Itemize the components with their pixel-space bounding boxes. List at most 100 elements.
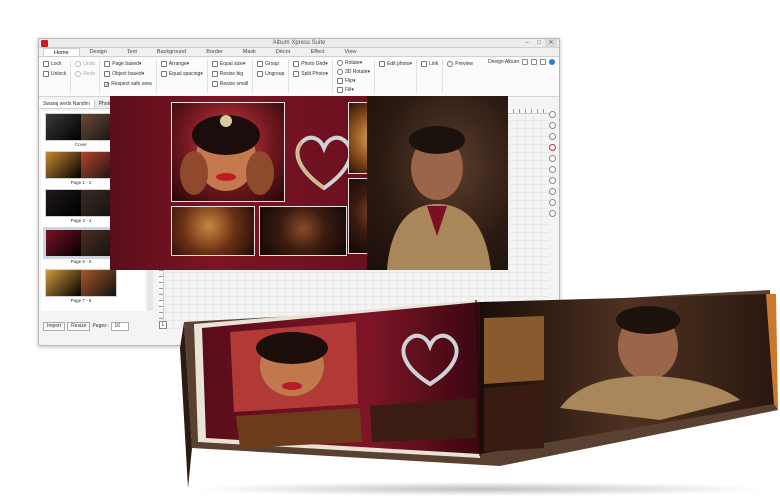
redo-button[interactable]: Redo: [75, 70, 95, 78]
design-album-label[interactable]: Design Album: [488, 59, 519, 65]
preview-button[interactable]: Preview: [447, 60, 473, 68]
group-label: Group: [265, 61, 280, 67]
right-page[interactable]: [367, 96, 508, 270]
resize-small-button[interactable]: Resize small: [211, 80, 248, 88]
refresh-icon[interactable]: [549, 210, 556, 217]
arrange-label: Arrange▾: [168, 61, 190, 67]
link-icon: [421, 61, 428, 67]
resize-big-button[interactable]: Resize big: [211, 70, 248, 78]
link-group: Link: [421, 60, 444, 93]
canvas-corner-button[interactable]: L: [159, 321, 167, 329]
undo-group: Undo Redo: [75, 60, 101, 93]
group-icon: [257, 61, 264, 67]
fill-dropdown[interactable]: Fill▾: [337, 86, 370, 93]
photo-bride-mirror[interactable]: [171, 206, 255, 256]
brightness-icon[interactable]: [549, 177, 556, 184]
unlock-button[interactable]: Unlock: [43, 70, 66, 78]
photo-bride-hands[interactable]: [259, 206, 347, 256]
photo-bride-portrait[interactable]: [171, 102, 285, 202]
resize-small-icon: [211, 81, 218, 87]
album-spread-editor[interactable]: [110, 96, 508, 270]
lock-button[interactable]: Lock: [43, 60, 66, 68]
thumbnail-page-1-2[interactable]: [45, 151, 117, 179]
rotate-label: Rotate▾: [345, 60, 363, 67]
resize-button[interactable]: Resize: [67, 321, 91, 331]
tab-home[interactable]: Home: [43, 48, 80, 56]
respect-safe-area-checkbox[interactable]: ✓ Respect safe area: [104, 80, 152, 88]
3d-rotate-dropdown[interactable]: 3D Rotate▾: [337, 69, 370, 76]
thumbnail-cover[interactable]: [45, 113, 117, 141]
lock-label: Lock: [51, 61, 62, 67]
remove-icon[interactable]: [549, 144, 556, 151]
thumbnail-page-5-6[interactable]: [43, 227, 119, 259]
rotate-icon: [337, 60, 343, 67]
tab-design[interactable]: Design: [80, 48, 117, 56]
rotate-dropdown[interactable]: Rotate▾: [337, 60, 370, 67]
ungroup-label: Ungroup: [265, 71, 285, 77]
left-page[interactable]: [110, 96, 404, 270]
size-group: Equal size▾ Resize big Resize small: [211, 60, 254, 93]
link-button[interactable]: Link: [421, 60, 438, 68]
thumbnail-label: Cover: [74, 142, 87, 147]
tab-border[interactable]: Border: [196, 48, 233, 56]
tab-mask[interactable]: Mask: [233, 48, 266, 56]
redo-icon: [75, 71, 82, 77]
lock-group: Lock Unlock: [43, 60, 72, 93]
photo-grid-dropdown[interactable]: Photo Grid▾: [293, 60, 328, 68]
ungroup-button[interactable]: Ungroup: [257, 70, 284, 78]
arrange-icon: [160, 61, 167, 67]
thumbnail-page-3-4[interactable]: [45, 189, 117, 217]
ribbon-toolbar: Lock Unlock Undo Redo Page based▾ Object…: [39, 57, 559, 97]
object-based-label: Object based▾: [112, 71, 145, 77]
home-icon[interactable]: [522, 59, 528, 65]
crop-icon[interactable]: [549, 166, 556, 173]
fill-icon: [337, 86, 343, 93]
color-icon[interactable]: [549, 155, 556, 162]
group-button[interactable]: Group: [257, 60, 284, 68]
close-button[interactable]: ✕: [545, 39, 557, 48]
flip-icon: [337, 77, 343, 84]
right-toolbar: [548, 111, 557, 217]
arrange-dropdown[interactable]: Arrange▾: [160, 60, 203, 68]
undo-button[interactable]: Undo: [75, 60, 95, 68]
split-photo-label: Split Photo▾: [301, 71, 328, 77]
thumbnail-label: Page 1 - 2: [70, 180, 92, 185]
equal-spacing-label: Equal spacing▾: [168, 71, 203, 77]
equal-spacing-dropdown[interactable]: Equal spacing▾: [160, 70, 203, 78]
layers-icon[interactable]: [549, 188, 556, 195]
object-based-dropdown[interactable]: Object based▾: [104, 70, 152, 78]
settings-icon[interactable]: [540, 59, 546, 65]
flip-dropdown[interactable]: Flip▾: [337, 77, 370, 85]
help-icon[interactable]: [549, 59, 555, 65]
pen-icon[interactable]: [549, 199, 556, 206]
rotate-view-icon[interactable]: [549, 122, 556, 129]
link-label: Link: [429, 61, 439, 67]
split-photo-dropdown[interactable]: Split Photo▾: [293, 70, 328, 78]
tab-text[interactable]: Text: [117, 48, 147, 56]
pages-select[interactable]: 16: [111, 321, 130, 331]
tab-view[interactable]: View: [335, 48, 367, 56]
maximize-button[interactable]: □: [533, 39, 545, 48]
contrast-icon[interactable]: [549, 133, 556, 140]
page-based-dropdown[interactable]: Page based▾: [104, 60, 152, 68]
group-group: Group Ungroup: [257, 60, 290, 93]
resize-big-icon: [211, 71, 218, 77]
zoom-icon[interactable]: [549, 111, 556, 118]
respect-safe-area-label: Respect safe area: [111, 81, 152, 87]
thumbnail-label: Page 3 - 4: [70, 218, 92, 223]
tab-decor[interactable]: Décor: [266, 48, 301, 56]
tab-effect[interactable]: Effect: [301, 48, 335, 56]
preview-label: Preview: [455, 61, 474, 67]
thumbnail-page-7-8[interactable]: [45, 269, 117, 297]
tab-album-pages[interactable]: Swaraj weds Nandini: [39, 100, 95, 108]
edit-photo-dropdown[interactable]: Edit photo▾: [379, 60, 412, 68]
ribbon-right-tools: Design Album: [488, 59, 555, 65]
ungroup-icon: [257, 71, 264, 77]
tab-background[interactable]: Background: [147, 48, 196, 56]
unlock-label: Unlock: [51, 71, 67, 77]
equal-size-dropdown[interactable]: Equal size▾: [211, 60, 248, 68]
undo-icon: [75, 61, 82, 67]
minimize-button[interactable]: –: [521, 39, 533, 48]
import-button[interactable]: Import: [43, 321, 66, 331]
key-icon[interactable]: [531, 59, 537, 65]
